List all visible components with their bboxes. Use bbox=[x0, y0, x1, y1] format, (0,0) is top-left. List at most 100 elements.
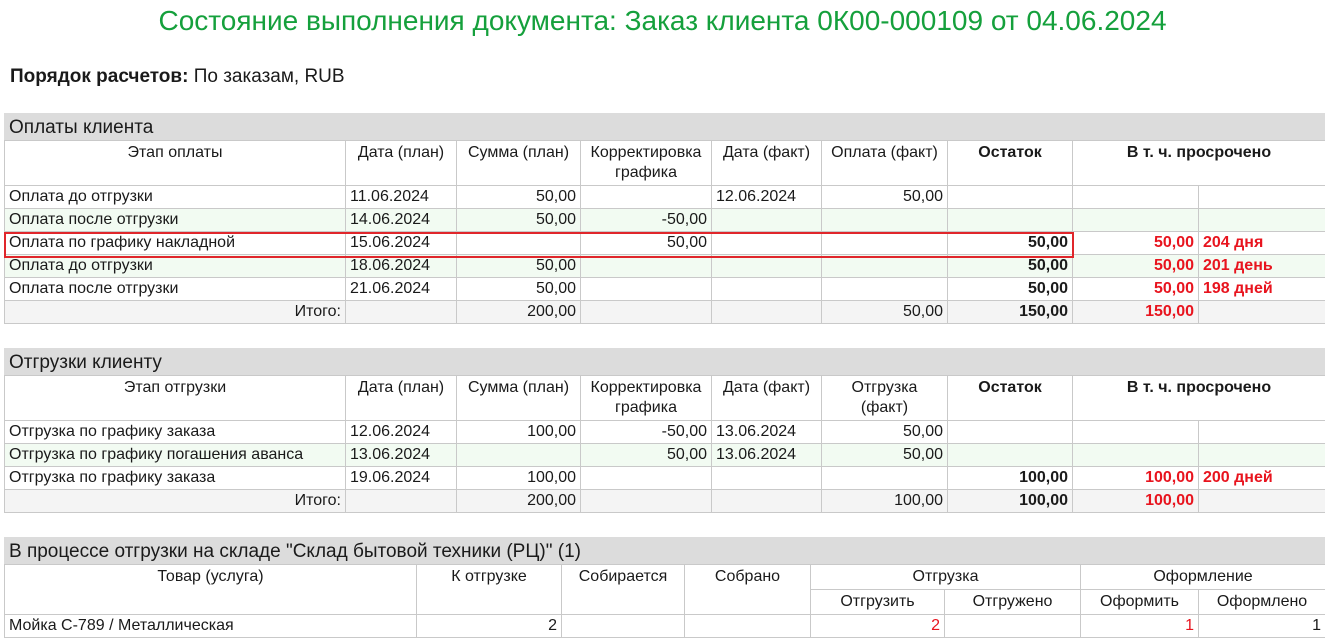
ship-link[interactable]: 2 bbox=[811, 615, 945, 638]
table-row[interactable]: Оплата после отгрузки 21.06.2024 50,00 5… bbox=[5, 278, 1325, 301]
date-fact-cell bbox=[712, 232, 822, 255]
date-fact-cell: 12.06.2024 bbox=[712, 186, 822, 209]
table-row[interactable]: Оплата по графику накладной 15.06.2024 5… bbox=[5, 232, 1325, 255]
col-header: Дата (план) bbox=[346, 376, 457, 421]
col-header: Отгрузить bbox=[811, 590, 945, 615]
col-header: Оплата (факт) bbox=[822, 141, 948, 186]
shipments-section: Отгрузки клиенту Этап отгрузки Дата (пла… bbox=[4, 348, 1325, 513]
table-row[interactable]: Оплата до отгрузки 18.06.2024 50,00 50,0… bbox=[5, 255, 1325, 278]
stage-cell: Отгрузка по графику погашения аванса bbox=[5, 444, 346, 467]
date-plan-cell: 19.06.2024 bbox=[346, 467, 457, 490]
correction-cell: -50,00 bbox=[581, 209, 712, 232]
correction-cell: -50,00 bbox=[581, 421, 712, 444]
col-header: Сумма (план) bbox=[457, 141, 581, 186]
table-row[interactable]: Оплата до отгрузки 11.06.2024 50,00 12.0… bbox=[5, 186, 1325, 209]
stage-cell: Оплата до отгрузки bbox=[5, 255, 346, 278]
col-header: К отгрузке bbox=[417, 565, 562, 615]
to-ship-cell: 2 bbox=[417, 615, 562, 638]
date-fact-cell: 13.06.2024 bbox=[712, 444, 822, 467]
total-row: Итого: 200,00 100,00 100,00 100,00 bbox=[5, 490, 1325, 513]
total-overdue: 100,00 bbox=[1073, 490, 1199, 513]
col-header: Дата (факт) bbox=[712, 376, 822, 421]
rest-cell bbox=[948, 209, 1073, 232]
date-fact-cell bbox=[712, 209, 822, 232]
warehouse-table: Товар (услуга) К отгрузке Собирается Соб… bbox=[4, 564, 1325, 638]
paid-fact-cell: 50,00 bbox=[822, 186, 948, 209]
payments-section: Оплаты клиента Этап оплаты Дата (план) С… bbox=[4, 113, 1325, 324]
shipments-section-title: Отгрузки клиенту bbox=[4, 348, 1325, 375]
date-plan-cell: 14.06.2024 bbox=[346, 209, 457, 232]
col-header: В т. ч. просрочено bbox=[1073, 376, 1325, 421]
page-title: Состояние выполнения документа: Заказ кл… bbox=[0, 4, 1325, 38]
paid-fact-cell bbox=[822, 255, 948, 278]
sum-plan-cell: 50,00 bbox=[457, 278, 581, 301]
rest-cell bbox=[948, 421, 1073, 444]
overdue-days-cell: 198 дней bbox=[1199, 278, 1325, 301]
overdue-cell bbox=[1073, 186, 1199, 209]
sum-plan-cell: 100,00 bbox=[457, 421, 581, 444]
date-plan-cell: 13.06.2024 bbox=[346, 444, 457, 467]
overdue-cell: 100,00 bbox=[1073, 467, 1199, 490]
col-header: Собирается bbox=[562, 565, 685, 615]
overdue-cell bbox=[1073, 421, 1199, 444]
correction-cell: 50,00 bbox=[581, 232, 712, 255]
correction-cell bbox=[581, 278, 712, 301]
stage-cell: Отгрузка по графику заказа bbox=[5, 421, 346, 444]
register-link[interactable]: 1 bbox=[1081, 615, 1199, 638]
overdue-days-cell bbox=[1199, 444, 1325, 467]
total-label: Итого: bbox=[5, 490, 346, 513]
product-cell: Мойка С-789 / Металлическая bbox=[5, 615, 417, 638]
col-header: Оформление bbox=[1081, 565, 1325, 590]
date-plan-cell: 11.06.2024 bbox=[346, 186, 457, 209]
table-row[interactable]: Оплата после отгрузки 14.06.2024 50,00 -… bbox=[5, 209, 1325, 232]
col-header: В т. ч. просрочено bbox=[1073, 141, 1325, 186]
date-plan-cell: 21.06.2024 bbox=[346, 278, 457, 301]
col-header: Корректировка графика bbox=[581, 376, 712, 421]
total-sum-plan: 200,00 bbox=[457, 490, 581, 513]
date-plan-cell: 15.06.2024 bbox=[346, 232, 457, 255]
col-header: Дата (план) bbox=[346, 141, 457, 186]
stage-cell: Оплата после отгрузки bbox=[5, 209, 346, 232]
col-header: Корректировка графика bbox=[581, 141, 712, 186]
table-row[interactable]: Мойка С-789 / Металлическая 2 2 1 1 bbox=[5, 615, 1325, 638]
rest-cell bbox=[948, 444, 1073, 467]
date-fact-cell: 13.06.2024 bbox=[712, 421, 822, 444]
date-plan-cell: 12.06.2024 bbox=[346, 421, 457, 444]
payments-table: Этап оплаты Дата (план) Сумма (план) Кор… bbox=[4, 140, 1325, 324]
overdue-days-cell: 201 день bbox=[1199, 255, 1325, 278]
correction-cell bbox=[581, 186, 712, 209]
stage-cell: Оплата по графику накладной bbox=[5, 232, 346, 255]
warehouse-section: В процессе отгрузки на складе "Склад быт… bbox=[4, 537, 1325, 638]
col-header: Отгрузка (факт) bbox=[822, 376, 948, 421]
col-header: Этап отгрузки bbox=[5, 376, 346, 421]
stage-cell: Оплата после отгрузки bbox=[5, 278, 346, 301]
shipments-header-row: Этап отгрузки Дата (план) Сумма (план) К… bbox=[5, 376, 1325, 421]
table-row[interactable]: Отгрузка по графику заказа 19.06.2024 10… bbox=[5, 467, 1325, 490]
sum-plan-cell bbox=[457, 444, 581, 467]
overdue-cell: 50,00 bbox=[1073, 255, 1199, 278]
overdue-cell: 50,00 bbox=[1073, 278, 1199, 301]
payments-section-title: Оплаты клиента bbox=[4, 113, 1325, 140]
paid-fact-cell bbox=[822, 232, 948, 255]
col-header: Остаток bbox=[948, 141, 1073, 186]
table-row[interactable]: Отгрузка по графику заказа 12.06.2024 10… bbox=[5, 421, 1325, 444]
col-header: Собрано bbox=[685, 565, 811, 615]
col-header: Остаток bbox=[948, 376, 1073, 421]
collected-cell bbox=[685, 615, 811, 638]
collecting-cell bbox=[562, 615, 685, 638]
correction-cell bbox=[581, 467, 712, 490]
registered-cell: 1 bbox=[1199, 615, 1325, 638]
table-row[interactable]: Отгрузка по графику погашения аванса 13.… bbox=[5, 444, 1325, 467]
total-overdue: 150,00 bbox=[1073, 301, 1199, 324]
overdue-cell bbox=[1073, 209, 1199, 232]
col-header: Оформлено bbox=[1199, 590, 1325, 615]
rest-cell: 50,00 bbox=[948, 232, 1073, 255]
total-row: Итого: 200,00 50,00 150,00 150,00 bbox=[5, 301, 1325, 324]
rest-cell bbox=[948, 186, 1073, 209]
sum-plan-cell bbox=[457, 232, 581, 255]
rest-cell: 50,00 bbox=[948, 255, 1073, 278]
paid-fact-cell bbox=[822, 278, 948, 301]
warehouse-section-title: В процессе отгрузки на складе "Склад быт… bbox=[4, 537, 1325, 564]
overdue-days-cell bbox=[1199, 421, 1325, 444]
shipped-fact-cell: 50,00 bbox=[822, 421, 948, 444]
